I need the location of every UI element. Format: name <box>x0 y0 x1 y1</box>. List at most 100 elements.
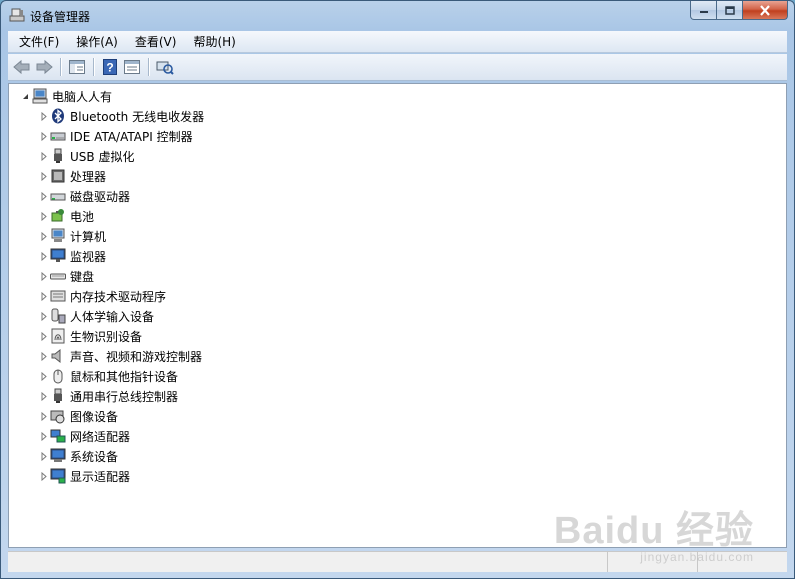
tree-node[interactable]: IDE ATA/ATAPI 控制器 <box>39 126 193 146</box>
back-button[interactable] <box>11 56 33 78</box>
tree-node[interactable]: 处理器 <box>39 166 106 186</box>
forward-icon <box>36 59 53 75</box>
collapse-arrow-icon[interactable] <box>21 86 30 106</box>
tree-node-label: IDE ATA/ATAPI 控制器 <box>70 129 193 144</box>
tree-node-label: 人体学输入设备 <box>70 309 155 324</box>
help-button[interactable]: ? <box>99 56 121 78</box>
tree-node[interactable]: 网络适配器 <box>39 426 130 446</box>
forward-button[interactable] <box>33 56 55 78</box>
tree-root-label: 电脑人人有 <box>52 89 113 104</box>
tree-node-label: 生物识别设备 <box>70 329 143 344</box>
tree-node-label: 监视器 <box>70 249 107 264</box>
expand-arrow-icon[interactable] <box>39 286 48 306</box>
system-device-icon <box>50 448 66 464</box>
maximize-button[interactable] <box>717 1 743 20</box>
toolbar-separator <box>148 58 149 76</box>
expand-arrow-icon[interactable] <box>39 166 48 186</box>
tree-node-label: 网络适配器 <box>70 429 131 444</box>
usb-icon <box>50 148 66 164</box>
memory-icon <box>50 288 66 304</box>
expand-arrow-icon[interactable] <box>39 206 48 226</box>
tree-node[interactable]: 图像设备 <box>39 406 118 426</box>
tree-node[interactable]: 键盘 <box>39 266 94 286</box>
tree-node[interactable]: 电池 <box>39 206 94 226</box>
tree-node[interactable]: 显示适配器 <box>39 466 130 486</box>
close-icon <box>760 4 770 16</box>
fingerprint-icon <box>50 328 66 344</box>
tree-node[interactable]: 监视器 <box>39 246 106 266</box>
menu-view[interactable]: 查看(V) <box>124 33 183 50</box>
battery-icon <box>50 208 66 224</box>
tree-node[interactable]: 计算机 <box>39 226 106 246</box>
scan-hardware-icon <box>156 61 174 75</box>
display-adapter-icon <box>50 468 66 484</box>
expand-arrow-icon[interactable] <box>39 466 48 486</box>
tree-node[interactable]: 人体学输入设备 <box>39 306 154 326</box>
tree-node[interactable]: 系统设备 <box>39 446 118 466</box>
toolbar-separator <box>93 58 94 76</box>
tree-node-label: 系统设备 <box>70 449 119 464</box>
maximize-icon <box>724 5 735 15</box>
tree-node-label: 处理器 <box>70 169 107 184</box>
minimize-button[interactable] <box>690 1 717 20</box>
expand-arrow-icon[interactable] <box>39 306 48 326</box>
tree-node[interactable]: USB 虚拟化 <box>39 146 134 166</box>
tree-node-label: 图像设备 <box>70 409 119 424</box>
scan-hardware-button[interactable] <box>154 56 176 78</box>
device-tree[interactable]: 电脑人人有 Bluetooth 无线电收发器 IDE ATA/ATAPI 控制器 U… <box>8 83 787 548</box>
expand-arrow-icon[interactable] <box>39 366 48 386</box>
expand-arrow-icon[interactable] <box>39 426 48 446</box>
computer-icon <box>32 88 48 104</box>
expand-arrow-icon[interactable] <box>39 186 48 206</box>
tree-node-label: 键盘 <box>70 269 95 284</box>
tree-node[interactable]: 声音、视频和游戏控制器 <box>39 346 202 366</box>
tree-root-node[interactable]: 电脑人人有 <box>21 86 112 106</box>
window-controls <box>690 1 788 20</box>
menu-bar: 文件(F) 操作(A) 查看(V) 帮助(H) <box>8 31 787 53</box>
tree-node-label: 内存技术驱动程序 <box>70 289 167 304</box>
title-bar[interactable]: 设备管理器 <box>1 1 794 31</box>
camera-icon <box>50 408 66 424</box>
device-manager-window: 设备管理器 文件(F) 操作(A) 查看(V) 帮助(H) ? 电脑人人有 Bl… <box>0 0 795 579</box>
mouse-icon <box>50 368 66 384</box>
speaker-icon <box>50 348 66 364</box>
keyboard-icon <box>50 268 66 284</box>
menu-action[interactable]: 操作(A) <box>65 33 124 50</box>
tree-node[interactable]: 鼠标和其他指针设备 <box>39 366 178 386</box>
expand-arrow-icon[interactable] <box>39 126 48 146</box>
expand-arrow-icon[interactable] <box>39 226 48 246</box>
expand-arrow-icon[interactable] <box>39 326 48 346</box>
tree-node-label: 显示适配器 <box>70 469 131 484</box>
tree-node[interactable]: Bluetooth 无线电收发器 <box>39 106 204 126</box>
network-icon <box>50 428 66 444</box>
expand-arrow-icon[interactable] <box>39 406 48 426</box>
expand-arrow-icon[interactable] <box>39 386 48 406</box>
menu-help[interactable]: 帮助(H) <box>182 33 241 50</box>
monitor-icon <box>50 248 66 264</box>
toolbar-separator <box>60 58 61 76</box>
expand-arrow-icon[interactable] <box>39 346 48 366</box>
expand-arrow-icon[interactable] <box>39 146 48 166</box>
tree-node[interactable]: 磁盘驱动器 <box>39 186 130 206</box>
tree-node-label: 声音、视频和游戏控制器 <box>70 349 203 364</box>
device-manager-icon <box>9 7 25 23</box>
expand-arrow-icon[interactable] <box>39 106 48 126</box>
properties-icon <box>124 60 140 74</box>
usb-controller-icon <box>50 388 66 404</box>
expand-arrow-icon[interactable] <box>39 446 48 466</box>
expand-arrow-icon[interactable] <box>39 266 48 286</box>
tree-node[interactable]: 内存技术驱动程序 <box>39 286 166 306</box>
close-button[interactable] <box>743 1 788 20</box>
tree-node-label: 磁盘驱动器 <box>70 189 131 204</box>
tree-node[interactable]: 通用串行总线控制器 <box>39 386 178 406</box>
tree-node[interactable]: 生物识别设备 <box>39 326 142 346</box>
properties-button[interactable] <box>121 56 143 78</box>
tree-node-label: USB 虚拟化 <box>70 149 135 164</box>
tree-node-label: 通用串行总线控制器 <box>70 389 179 404</box>
status-cell <box>8 552 608 572</box>
bluetooth-icon <box>50 108 66 124</box>
tree-node-label: 鼠标和其他指针设备 <box>70 369 179 384</box>
expand-arrow-icon[interactable] <box>39 246 48 266</box>
show-hide-tree-button[interactable] <box>66 56 88 78</box>
menu-file[interactable]: 文件(F) <box>8 33 65 50</box>
